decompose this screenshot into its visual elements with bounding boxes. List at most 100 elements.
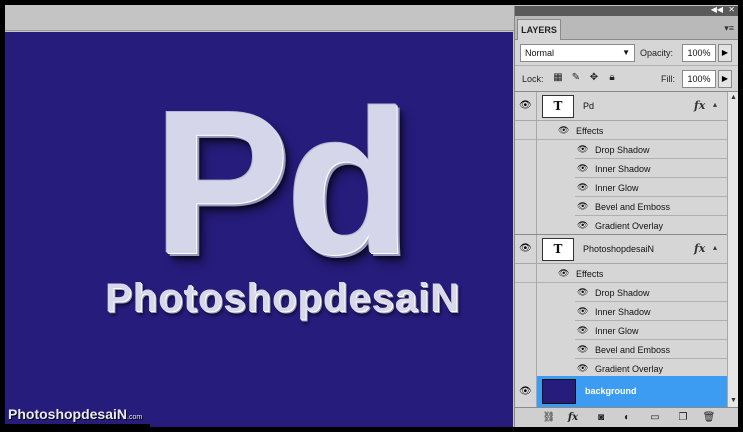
scroll-up-icon[interactable]: ▲ [728,92,738,104]
eye-icon[interactable]: 👁︎ [577,182,588,193]
effect-item[interactable]: 👁︎ Inner Glow [515,321,727,340]
lock-label: Lock: [522,74,544,84]
eye-icon[interactable]: 👁︎ [577,306,588,317]
effect-label: Bevel and Emboss [595,202,671,212]
visibility-toggle[interactable]: 👁︎ [515,376,537,407]
text-layer-thumb: T [542,238,574,261]
effect-eye-column [515,197,537,216]
opacity-input[interactable]: 100% [682,44,716,62]
visibility-toggle[interactable]: 👁︎ [515,235,537,264]
panel-menu-icon[interactable]: ▾≡ [724,23,734,34]
eye-icon[interactable]: 👁︎ [577,287,588,298]
lock-row: Lock: ▦ ✎ ✥ 🔒︎ Fill: 100% ▶ [515,66,738,92]
eye-icon[interactable]: 👁︎ [577,220,588,231]
group-icon[interactable]: ▭ [647,411,663,425]
fx-icon[interactable]: fx [565,411,581,425]
eye-icon[interactable]: 👁︎ [558,268,569,279]
scroll-down-icon[interactable]: ▼ [728,395,738,407]
effect-item[interactable]: 👁︎ Drop Shadow [515,283,727,302]
lock-image-icon[interactable]: ✎ [569,71,583,85]
fill-input[interactable]: 100% [682,70,716,88]
layers-scrollbar[interactable]: ▲ ▼ [727,92,738,407]
eye-icon: 👁︎ [519,243,532,254]
layer-row-photoshopdesain[interactable]: 👁︎ T PhotoshopdesaiN fx ▴ [515,235,727,264]
lock-transparent-icon[interactable]: ▦ [551,71,565,85]
lock-position-icon[interactable]: ✥ [587,71,601,85]
eye-icon[interactable]: 👁︎ [558,125,569,136]
effect-label: Inner Glow [595,326,639,336]
layers-list: 👁︎ T Pd fx ▴ 👁︎ Effects 👁︎ Drop Shadow 👁… [515,92,727,407]
fill-label: Fill: [661,74,675,84]
collapse-icon[interactable]: ◀◀ [711,5,723,14]
watermark-suffix: .com [127,414,143,421]
effects-eye-column [515,121,537,140]
panel-titlebar: ◀◀ ✕ [515,5,738,16]
effect-label: Gradient Overlay [595,364,664,374]
effect-label: Inner Glow [595,183,639,193]
fx-icon[interactable]: fx [694,99,705,112]
effect-item[interactable]: 👁︎ Inner Shadow [515,159,727,178]
effect-item[interactable]: 👁︎ Inner Glow [515,178,727,197]
blend-row: Normal ▼ Opacity: 100% ▶ [515,40,738,66]
tab-layers[interactable]: LAYERS [517,19,561,40]
effect-eye-column [515,159,537,178]
link-icon[interactable]: ⛓︎ [541,411,557,425]
effect-item[interactable]: 👁︎ Inner Shadow [515,302,727,321]
fill-slider-button[interactable]: ▶ [718,70,732,88]
eye-icon: 👁︎ [519,100,532,111]
layer-name: Pd [583,101,595,111]
eye-icon[interactable]: 👁︎ [577,144,588,155]
canvas-big-text: Pd [153,68,411,297]
blend-mode-select[interactable]: Normal ▼ [520,44,635,62]
effects-header[interactable]: 👁︎ Effects [515,121,727,140]
eye-icon[interactable]: 👁︎ [577,363,588,374]
effect-item[interactable]: 👁︎ Gradient Overlay [515,216,727,235]
effects-eye-column [515,264,537,283]
lock-all-icon[interactable]: 🔒︎ [605,71,619,85]
layer-row-pd[interactable]: 👁︎ T Pd fx ▴ [515,92,727,121]
effect-label: Bevel and Emboss [595,345,671,355]
effect-item[interactable]: 👁︎ Bevel and Emboss [515,197,727,216]
effect-label: Drop Shadow [595,288,650,298]
effect-eye-column [515,178,537,197]
effect-item[interactable]: 👁︎ Drop Shadow [515,140,727,159]
effects-header[interactable]: 👁︎ Effects [515,264,727,283]
effect-label: Inner Shadow [595,164,651,174]
fx-icon[interactable]: fx [694,242,705,255]
effect-label: Drop Shadow [595,145,650,155]
eye-icon[interactable]: 👁︎ [577,163,588,174]
effect-item[interactable]: 👁︎ Bevel and Emboss [515,340,727,359]
watermark: PhotoshopdesaiN.com [8,406,142,422]
app-window: Pd PhotoshopdesaiN PhotoshopdesaiN.com ◀… [5,5,738,427]
adjustment-icon[interactable]: ◐ [619,411,635,425]
eye-icon[interactable]: 👁︎ [577,201,588,212]
watermark-bar [5,424,150,427]
text-layer-thumb: T [542,95,574,118]
expand-effects-icon[interactable]: ▴ [713,243,717,252]
mask-icon[interactable]: ◙ [593,411,609,425]
visibility-toggle[interactable]: 👁︎ [515,92,537,121]
effect-label: Gradient Overlay [595,221,664,231]
background-layer-thumb [542,379,576,404]
expand-effects-icon[interactable]: ▴ [713,100,717,109]
panel-footer: ⛓︎ fx ◙ ◐ ▭ ❐ 🗑︎ [515,407,738,427]
eye-icon[interactable]: 👁︎ [577,325,588,336]
effect-eye-column [515,216,537,235]
effect-eye-column [515,321,537,340]
watermark-text: PhotoshopdesaiN [8,406,128,422]
layers-panel: ◀◀ ✕ LAYERS ▾≡ Normal ▼ Opacity: 100% ▶ L… [514,5,738,427]
chevron-down-icon: ▼ [622,48,630,57]
close-icon[interactable]: ✕ [728,5,735,14]
effects-label: Effects [576,269,604,279]
eye-icon[interactable]: 👁︎ [577,344,588,355]
trash-icon[interactable]: 🗑︎ [701,411,717,425]
canvas-small-text: PhotoshopdesaiN [105,276,461,320]
blend-mode-value: Normal [525,48,555,58]
opacity-label: Opacity: [640,48,674,58]
effect-label: Inner Shadow [595,307,651,317]
opacity-slider-button[interactable]: ▶ [718,44,732,62]
new-layer-icon[interactable]: ❐ [675,411,691,425]
document-canvas[interactable]: Pd PhotoshopdesaiN PhotoshopdesaiN.com [5,32,513,427]
layer-row-background[interactable]: 👁︎ background [515,376,727,407]
layer-name: PhotoshopdesaiN [583,244,655,254]
